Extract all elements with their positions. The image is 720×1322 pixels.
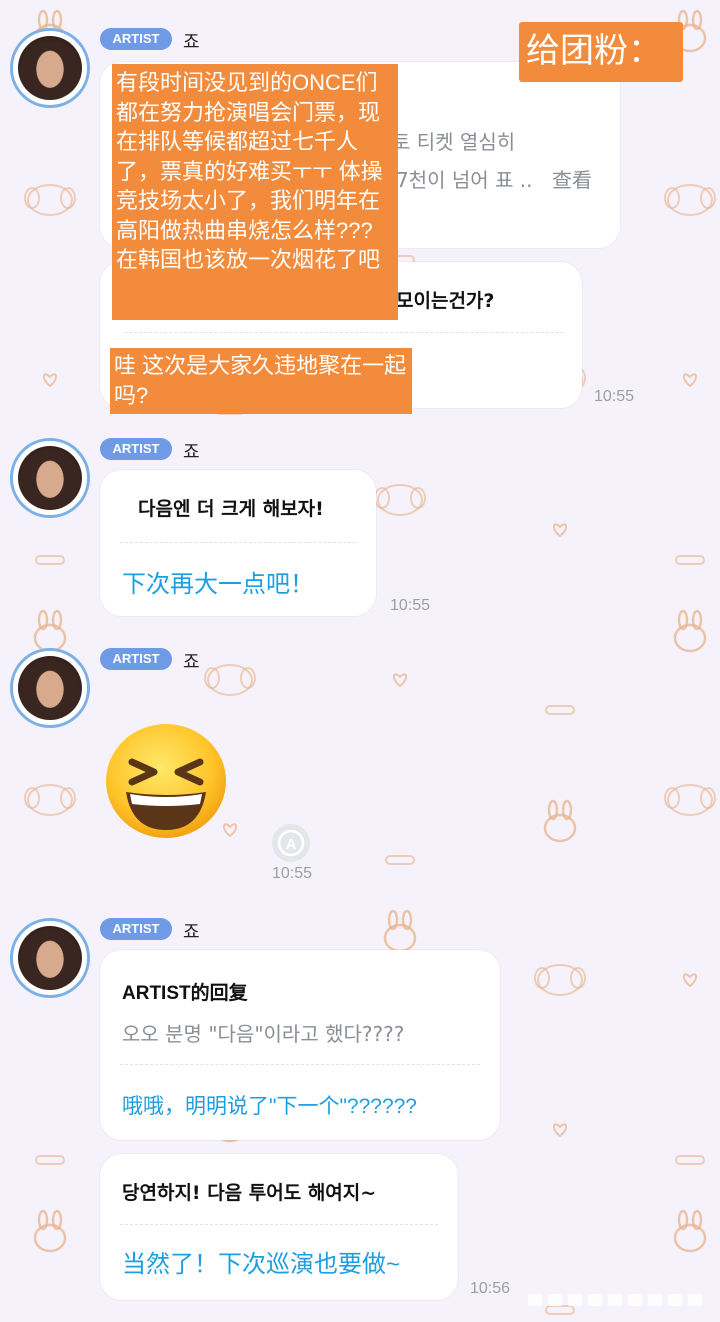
laughing-emoji	[106, 724, 226, 838]
avatar[interactable]	[10, 28, 90, 108]
divider	[120, 542, 356, 543]
reply-quote: 오오 분명 "다음"이라고 했다????	[122, 1022, 405, 1046]
timestamp: 10:55	[272, 865, 313, 882]
quoted-text: 7천이 넘어 표 ..	[396, 168, 533, 192]
artist-badge: ARTIST	[100, 438, 172, 460]
message-bubble[interactable]: 당연하지! 다음 투어도 해여지~ 当然了！下次巡演也要做~	[100, 1154, 458, 1300]
header-label: 给团粉：	[519, 22, 683, 82]
artist-badge: ARTIST	[100, 648, 172, 670]
divider	[124, 332, 564, 333]
timestamp: 10:55	[594, 388, 635, 405]
artist-badge: ARTIST	[100, 28, 172, 50]
timestamp: 10:56	[470, 1280, 511, 1297]
sender-name: 죠	[183, 442, 200, 462]
reply-title: ARTIST的回复	[122, 983, 248, 1004]
korean-text: 모이는건가?	[396, 290, 495, 312]
artist-badge: ARTIST	[100, 918, 172, 940]
translate-icon[interactable]: A	[270, 822, 312, 864]
timestamp: 10:55	[390, 597, 431, 614]
message-bubble[interactable]: 다음엔 더 크게 해보자! 下次再大一点吧！	[100, 470, 376, 616]
korean-text: 당연하지! 다음 투어도 해여지~	[122, 1182, 377, 1204]
sender-name: 죠	[183, 652, 200, 672]
quoted-text: 토 티켓 열심히	[392, 130, 516, 154]
watermark	[528, 1294, 702, 1306]
view-more-link[interactable]: 查看	[552, 164, 592, 193]
divider	[120, 1064, 480, 1065]
translation-text: 下次再大一点吧！	[122, 571, 314, 598]
avatar[interactable]	[10, 438, 90, 518]
translation-text: 当然了！下次巡演也要做~	[122, 1251, 401, 1278]
translation-overlay: 哇 这次是大家久违地聚在一起吗?	[110, 348, 412, 414]
reply-bubble[interactable]: ARTIST的回复 오오 분명 "다음"이라고 했다???? 哦哦，明明说了"下…	[100, 950, 500, 1140]
korean-text: 다음엔 더 크게 해보자!	[138, 498, 324, 520]
svg-text:A: A	[286, 836, 297, 853]
reply-translation: 哦哦，明明说了"下一个"??????	[122, 1095, 417, 1118]
sender-name: 죠	[183, 32, 200, 52]
translation-overlay: 有段时间没见到的ONCE们都在努力抢演唱会门票，现在排队等候都超过七千人了，票真…	[112, 64, 398, 320]
divider	[120, 1224, 438, 1225]
avatar[interactable]	[10, 648, 90, 728]
avatar[interactable]	[10, 918, 90, 998]
sender-name: 죠	[183, 922, 200, 942]
